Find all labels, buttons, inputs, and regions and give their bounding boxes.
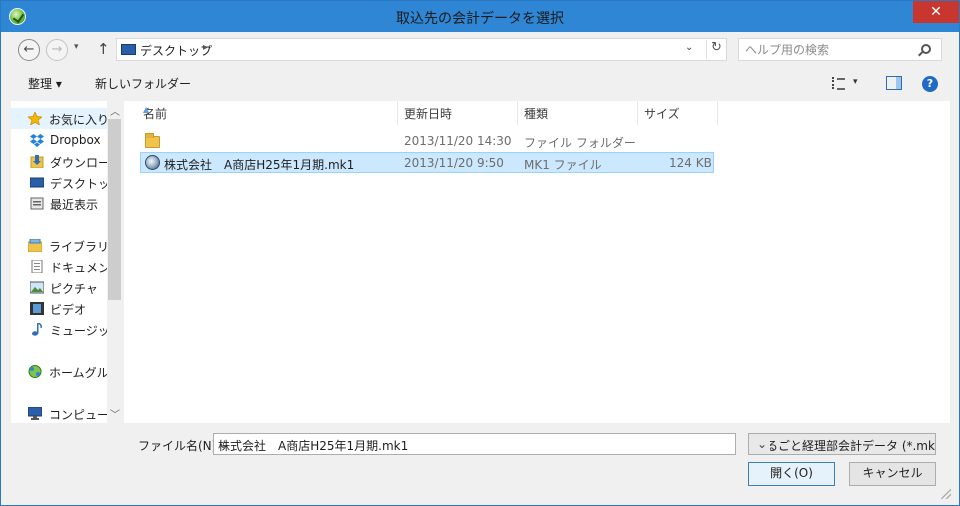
pictures-icon (30, 281, 44, 294)
open-button[interactable]: 開く(O) (748, 462, 835, 486)
filetype-value[interactable]: まるごと経理部会計データ (*.mk1) (754, 437, 935, 454)
file-type: ファイル フォルダー (524, 136, 636, 150)
column-header-type[interactable]: 種類 (518, 101, 638, 125)
recent-locations-dropdown[interactable]: ▾ (74, 42, 79, 52)
search-box[interactable] (738, 38, 942, 61)
file-type: MK1 ファイル (524, 158, 602, 172)
sidebar-item-label: ダウンロード (50, 156, 107, 170)
folder-icon (145, 133, 160, 148)
sidebar-item-label: ホームグループ (49, 366, 107, 380)
sidebar-item-pictures[interactable]: ピクチャ (11, 277, 107, 298)
window-title: 取込先の会計データを選択 (396, 11, 564, 27)
address-dropdown-icon[interactable]: ⌄ (685, 42, 693, 53)
sidebar-item-label: デスクトップ (50, 177, 107, 191)
file-name: 株式会社 A商店H25年1月期.mk1 (164, 158, 355, 172)
scroll-up-icon[interactable]: ︿ (110, 103, 120, 118)
file-list: 名前 ▲ 更新日時 種類 サイズ 2013/11/20 14:30 ファイル フ… (124, 101, 950, 423)
close-button[interactable]: ✕ (913, 1, 959, 23)
sidebar-item-computer[interactable]: コンピューター (11, 403, 107, 424)
sidebar-item-label: ライブラリ (49, 240, 107, 254)
sidebar-item-recent[interactable]: 最近表示 (11, 193, 107, 214)
sidebar-item-homegroup[interactable]: ホームグループ (11, 361, 107, 382)
desktop-icon (30, 177, 44, 188)
videos-icon (30, 302, 44, 315)
forward-button[interactable]: → (46, 39, 68, 61)
new-folder-button[interactable]: 新しいフォルダー (95, 75, 191, 92)
column-header-name[interactable]: 名前 ▲ (137, 101, 397, 125)
file-open-dialog: 取込先の会計データを選択 ✕ ← → ▾ ↑ デスクトップ ▸ ⌄ ↻ 整理 ▾… (0, 0, 960, 506)
downloads-icon (30, 155, 44, 168)
sidebar-item-libraries[interactable]: ライブラリ (11, 235, 107, 256)
recent-places-icon (30, 197, 44, 210)
sidebar-item-music[interactable]: ミュージック (11, 319, 107, 340)
address-bar[interactable]: デスクトップ ▸ ⌄ ↻ (116, 38, 727, 61)
libraries-icon (28, 239, 42, 252)
sidebar-item-label: ビデオ (50, 303, 87, 317)
filename-label: ファイル名(N): (138, 439, 221, 453)
sidebar-item-videos[interactable]: ビデオ (11, 298, 107, 319)
title-bar[interactable]: 取込先の会計データを選択 ✕ (1, 1, 959, 32)
documents-icon (31, 260, 43, 273)
file-row-selected[interactable]: 株式会社 A商店H25年1月期.mk1 2013/11/20 9:50 MK1 … (140, 152, 714, 173)
sidebar-item-dropbox[interactable]: Dropbox (11, 130, 107, 151)
preview-pane-icon[interactable] (886, 76, 902, 90)
navigation-pane: お気に入り Dropbox ダウンロード デスクトップ 最近表示 ライブラリ ド… (11, 101, 122, 423)
file-modified: 2013/11/20 9:50 (404, 156, 504, 170)
organize-button[interactable]: 整理 ▾ (28, 75, 62, 92)
computer-icon (28, 407, 42, 420)
sidebar-item-downloads[interactable]: ダウンロード (11, 151, 107, 172)
star-icon (28, 112, 42, 125)
scrollbar-thumb[interactable] (108, 119, 121, 300)
column-header-label: サイズ (644, 107, 680, 121)
mk1-file-icon (145, 155, 160, 170)
desktop-icon (121, 44, 136, 55)
sidebar-item-label: Dropbox (50, 133, 101, 147)
sidebar-item-label: ミュージック (50, 324, 107, 338)
search-input[interactable] (745, 41, 915, 58)
sidebar-item-label: ドキュメント (50, 261, 107, 275)
breadcrumb-chevron-icon[interactable]: ▸ (203, 42, 208, 53)
sidebar-item-label: ピクチャ (50, 282, 98, 296)
sidebar-item-documents[interactable]: ドキュメント (11, 256, 107, 277)
filetype-dropdown-icon[interactable]: ⌄ (754, 437, 770, 451)
back-button[interactable]: ← (18, 39, 40, 61)
help-icon[interactable]: ? (922, 76, 938, 92)
up-button[interactable]: ↑ (97, 40, 110, 58)
file-row[interactable]: 2013/11/20 14:30 ファイル フォルダー (140, 131, 714, 152)
navigation-scrollbar[interactable]: ︿ ﹀ (107, 101, 122, 423)
file-size: 124 KB (669, 156, 712, 170)
address-location[interactable]: デスクトップ (140, 42, 212, 59)
sidebar-item-label: コンピューター (49, 408, 107, 422)
sidebar-item-desktop[interactable]: デスクトップ (11, 172, 107, 193)
resize-grip-icon[interactable] (941, 489, 951, 499)
file-modified: 2013/11/20 14:30 (404, 134, 512, 148)
dropbox-icon (30, 134, 44, 147)
column-header-label: 種類 (524, 107, 549, 121)
cancel-button[interactable]: キャンセル (849, 462, 936, 486)
view-options-icon[interactable] (832, 77, 846, 90)
music-icon (32, 323, 42, 336)
sidebar-item-favorites[interactable]: お気に入り (11, 108, 107, 129)
filename-dropdown-icon[interactable]: ⌄ (218, 437, 228, 451)
scroll-down-icon[interactable]: ﹀ (110, 406, 120, 421)
column-divider[interactable] (717, 101, 718, 125)
sort-ascending-icon: ▲ (143, 105, 150, 114)
column-header-label: 更新日時 (404, 107, 453, 121)
homegroup-icon (28, 365, 42, 378)
sidebar-item-label: お気に入り (49, 113, 107, 127)
filename-value[interactable]: 株式会社 A商店H25年1月期.mk1 (218, 437, 408, 454)
filename-field[interactable]: 株式会社 A商店H25年1月期.mk1 ⌄ (213, 433, 736, 455)
refresh-button[interactable]: ↻ (706, 40, 726, 59)
search-icon[interactable] (921, 44, 931, 54)
column-header-size[interactable]: サイズ (638, 101, 718, 125)
filetype-select[interactable]: まるごと経理部会計データ (*.mk1) ⌄ (748, 433, 936, 455)
column-header-modified[interactable]: 更新日時 (398, 101, 518, 125)
sidebar-item-label: 最近表示 (50, 198, 99, 212)
view-dropdown-icon[interactable]: ▾ (853, 77, 858, 87)
